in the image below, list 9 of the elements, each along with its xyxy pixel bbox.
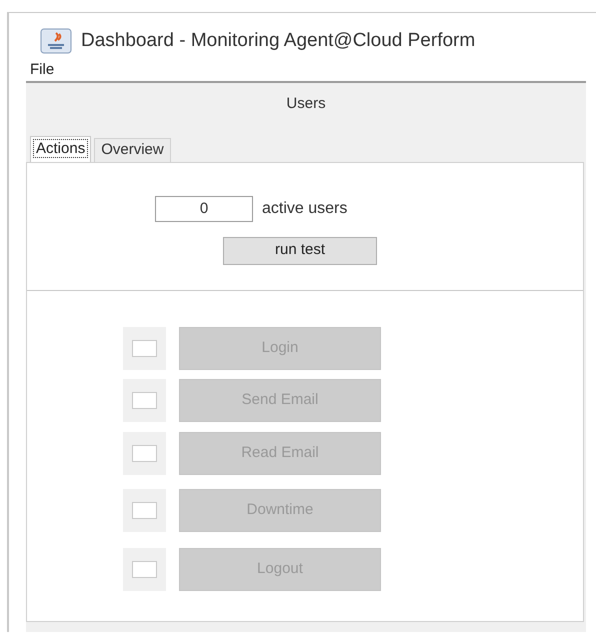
run-test-button[interactable]: run test xyxy=(223,236,377,264)
panel-title: Users xyxy=(286,94,326,114)
users-label: active users xyxy=(262,198,348,218)
window-title: Dashboard - Monitoring Agent@Cloud Perform xyxy=(81,28,476,53)
tab[interactable]: Actions xyxy=(30,136,92,162)
menu-item[interactable]: File xyxy=(26,58,58,82)
tab[interactable]: Overview xyxy=(94,138,171,162)
java-app-icon xyxy=(40,28,72,54)
users-input-field[interactable]: 0 xyxy=(155,196,253,222)
